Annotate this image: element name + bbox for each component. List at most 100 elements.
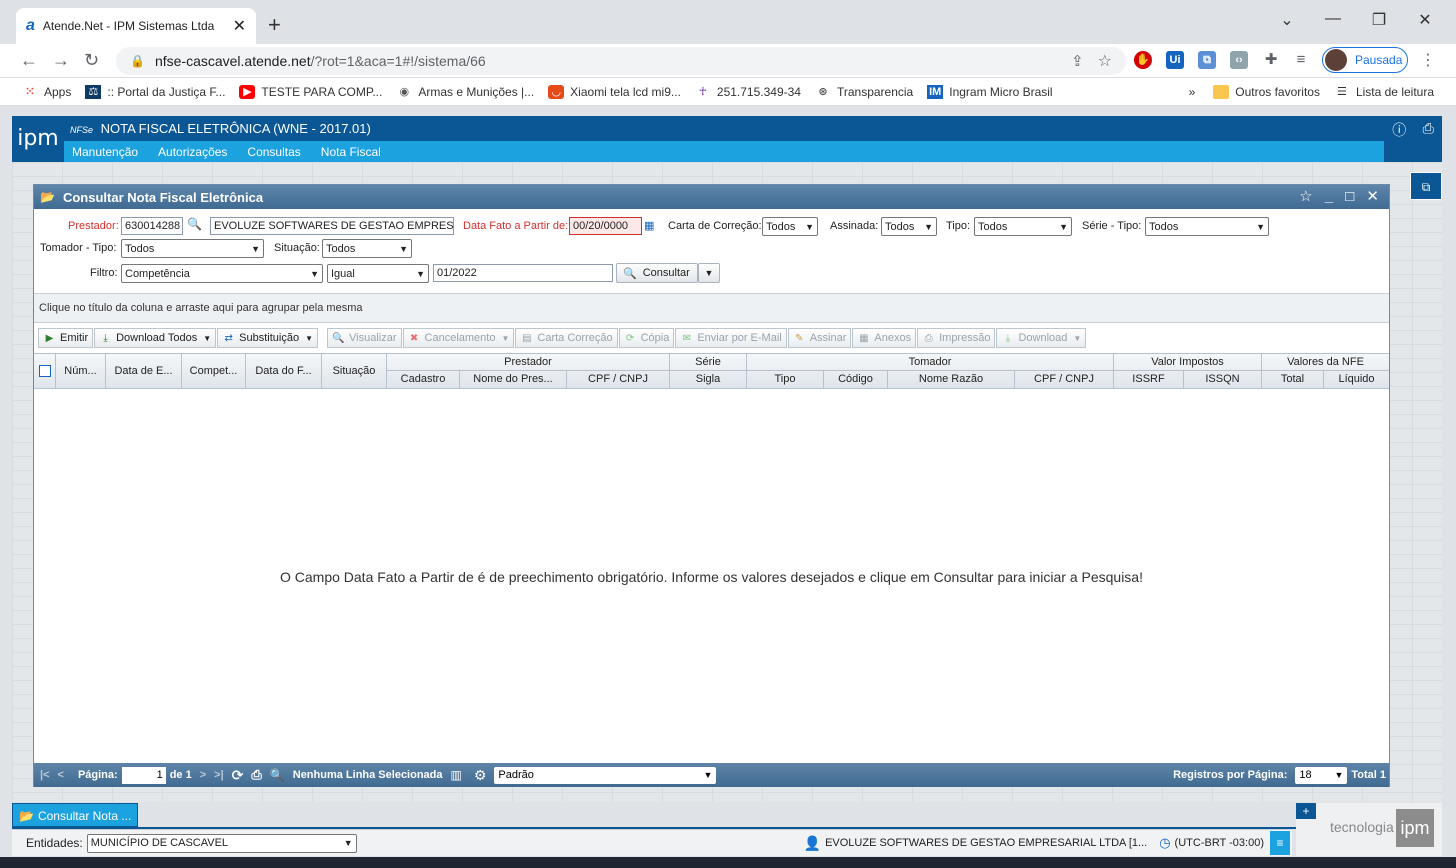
download-button[interactable]: ⤓ Download ▼ (996, 328, 1087, 348)
search-prestador-icon[interactable]: 🔍 (187, 217, 202, 231)
print-icon[interactable]: ⎙ (251, 767, 261, 783)
forward-icon[interactable]: → (52, 50, 70, 71)
col-total[interactable]: Total (1262, 371, 1324, 388)
filtro-operator-select[interactable]: Igual ▼ (327, 264, 429, 283)
menu-manutencao[interactable]: Manutenção (72, 145, 138, 159)
share-icon[interactable]: ⇪ (1071, 52, 1084, 70)
col-situacao[interactable]: Situação (322, 354, 387, 388)
entidades-select[interactable]: MUNICÍPIO DE CASCAVEL ▼ (86, 833, 357, 853)
back-icon[interactable]: ← (20, 50, 38, 71)
bookmark-ingram[interactable]: IM Ingram Micro Brasil (927, 84, 1053, 99)
search-icon[interactable]: 🔍 (270, 768, 285, 782)
media-control-icon[interactable]: ≡ (1292, 51, 1310, 69)
col-competencia[interactable]: Compet... (182, 354, 246, 388)
col-cpf-cnpj-prestador[interactable]: CPF / CNPJ (567, 371, 670, 388)
emitir-button[interactable]: ▶ Emitir (38, 328, 94, 348)
adblock-extension-icon[interactable]: ✋ (1134, 51, 1152, 69)
col-liquido[interactable]: Líquido (1324, 371, 1389, 388)
bookmark-apps[interactable]: ⁙ Apps (22, 85, 71, 99)
first-page-icon[interactable]: |< (40, 769, 50, 781)
col-cpf-cnpj-tomador[interactable]: CPF / CNPJ (1015, 371, 1114, 388)
bookmark-transparencia[interactable]: ⊛ Transparencia (815, 85, 913, 99)
window-controls[interactable]: ☆ _ □ ✕ (1299, 187, 1383, 205)
print-icon[interactable]: ⎙ (1423, 120, 1434, 137)
tomador-tipo-select[interactable]: Todos ▼ (121, 239, 264, 258)
col-issqn[interactable]: ISSQN (1184, 371, 1262, 388)
page-number-input[interactable]: 1 (121, 766, 166, 784)
col-data-fato[interactable]: Data do F... (246, 354, 322, 388)
reload-icon[interactable]: ↻ (84, 50, 99, 71)
last-page-icon[interactable]: >| (214, 769, 224, 781)
menu-autorizacoes[interactable]: Autorizações (158, 145, 227, 159)
puzzle-extensions-icon[interactable]: ✚ (1262, 51, 1280, 69)
next-page-icon[interactable]: > (200, 769, 206, 781)
assinar-button[interactable]: ✎ Assinar (787, 328, 852, 348)
windows-overview-icon[interactable]: ⧉ (1410, 172, 1442, 200)
enviar-email-button[interactable]: ✉ Enviar por E-Mail (675, 328, 787, 348)
col-tipo[interactable]: Tipo (747, 371, 824, 388)
prev-page-icon[interactable]: < (58, 769, 64, 781)
col-cadastro[interactable]: Cadastro (387, 371, 460, 388)
task-tab-consultar[interactable]: 📂 Consultar Nota ... (12, 803, 138, 827)
profile-button[interactable]: Pausada (1322, 47, 1408, 73)
new-tab-button[interactable]: + (268, 12, 281, 38)
group-by-area[interactable]: Clique no título da coluna e arraste aqu… (34, 293, 1389, 323)
consultar-options-button[interactable]: ▼ (698, 263, 720, 283)
menu-list-icon[interactable]: ≡ (1270, 831, 1290, 855)
extension-icon[interactable]: ⧉ (1198, 51, 1216, 69)
calendar-icon[interactable]: ▦ (644, 219, 654, 232)
tab-search-icon[interactable]: ⌄ (1264, 10, 1310, 30)
menu-nota-fiscal[interactable]: Nota Fiscal (321, 145, 381, 159)
prestador-name-input[interactable]: EVOLUZE SOFTWARES DE GESTAO EMPRESARIAL (210, 217, 454, 235)
col-codigo[interactable]: Código (824, 371, 888, 388)
col-data-emissao[interactable]: Data de E... (106, 354, 182, 388)
reading-list[interactable]: ☰ Lista de leitura (1334, 85, 1434, 99)
bookmark-teste[interactable]: ▶ TESTE PARA COMP... (239, 84, 382, 99)
minimize-window-icon[interactable]: — (1310, 10, 1356, 28)
bookmark-armas[interactable]: ◉ Armas e Munições |... (396, 85, 535, 99)
refresh-icon[interactable]: ⟳ (232, 767, 244, 784)
col-sigla[interactable]: Sigla (670, 371, 747, 388)
col-nome-prestador[interactable]: Nome do Pres... (460, 371, 567, 388)
bookmarks-overflow[interactable]: » (1189, 85, 1196, 99)
info-icon[interactable]: ⓘ (1392, 120, 1406, 140)
col-numero[interactable]: Núm... (56, 354, 106, 388)
close-tab-icon[interactable]: ✕ (233, 16, 246, 36)
col-issrf[interactable]: ISSRF (1114, 371, 1184, 388)
carta-correcao-button[interactable]: ▤ Carta Correção (515, 328, 618, 348)
devtools-extension-icon[interactable]: ‹› (1230, 51, 1248, 69)
substituicao-button[interactable]: ⇄ Substituição ▼ (217, 328, 319, 348)
registros-select[interactable]: 18 ▼ (1295, 766, 1348, 784)
menu-consultas[interactable]: Consultas (247, 145, 300, 159)
select-all-checkbox[interactable] (34, 354, 56, 388)
copia-button[interactable]: ⟳ Cópia (618, 328, 675, 348)
url-bar[interactable]: 🔒 nfse-cascavel.atende.net /?rot=1&aca=1… (116, 47, 1126, 75)
data-fato-input[interactable]: 00/20/0000 (569, 217, 642, 235)
columns-icon[interactable]: ▥ (451, 768, 462, 782)
prestador-code-input[interactable]: 630014288 (121, 217, 183, 235)
add-window-icon[interactable]: + (1296, 803, 1316, 819)
close-window-icon[interactable]: ✕ (1402, 10, 1448, 30)
col-nome-razao[interactable]: Nome Razão (888, 371, 1015, 388)
impressao-button[interactable]: ⎙ Impressão (917, 328, 996, 348)
layout-select[interactable]: Padrão ▼ (494, 766, 717, 784)
restore-window-icon[interactable]: ❐ (1356, 10, 1402, 30)
gear-icon[interactable]: ⚙ (474, 767, 487, 784)
browser-tab[interactable]: a Atende.Net - IPM Sistemas Ltda ✕ (16, 8, 256, 44)
current-user[interactable]: EVOLUZE SOFTWARES DE GESTAO EMPRESARIAL … (825, 837, 1147, 849)
serie-tipo-select[interactable]: Todos ▼ (1145, 217, 1269, 236)
bookmark-cpf[interactable]: ☥ 251.715.349-34 (695, 85, 801, 99)
bookmark-portal-justica[interactable]: ⚖:: Portal da Justiça F... (85, 84, 225, 99)
filtro-field-select[interactable]: Competência ▼ (121, 264, 323, 283)
cancelamento-button[interactable]: ✖ Cancelamento ▼ (402, 328, 515, 348)
visualizar-button[interactable]: 🔍 Visualizar (327, 328, 402, 348)
download-todos-button[interactable]: ⤓ Download Todos ▼ (94, 328, 217, 348)
anexos-button[interactable]: ▦ Anexos (852, 328, 917, 348)
consultar-button[interactable]: 🔍 Consultar (616, 263, 698, 283)
chrome-menu-icon[interactable]: ⋮ (1420, 50, 1436, 70)
situacao-select[interactable]: Todos ▼ (322, 239, 412, 258)
window-title-bar[interactable]: 📂 Consultar Nota Fiscal Eletrônica ☆ _ □… (34, 185, 1389, 209)
tipo-select[interactable]: Todos ▼ (974, 217, 1072, 236)
carta-correcao-select[interactable]: Todos ▼ (762, 217, 818, 236)
bookmark-other-favorites[interactable]: Outros favoritos (1213, 84, 1320, 99)
